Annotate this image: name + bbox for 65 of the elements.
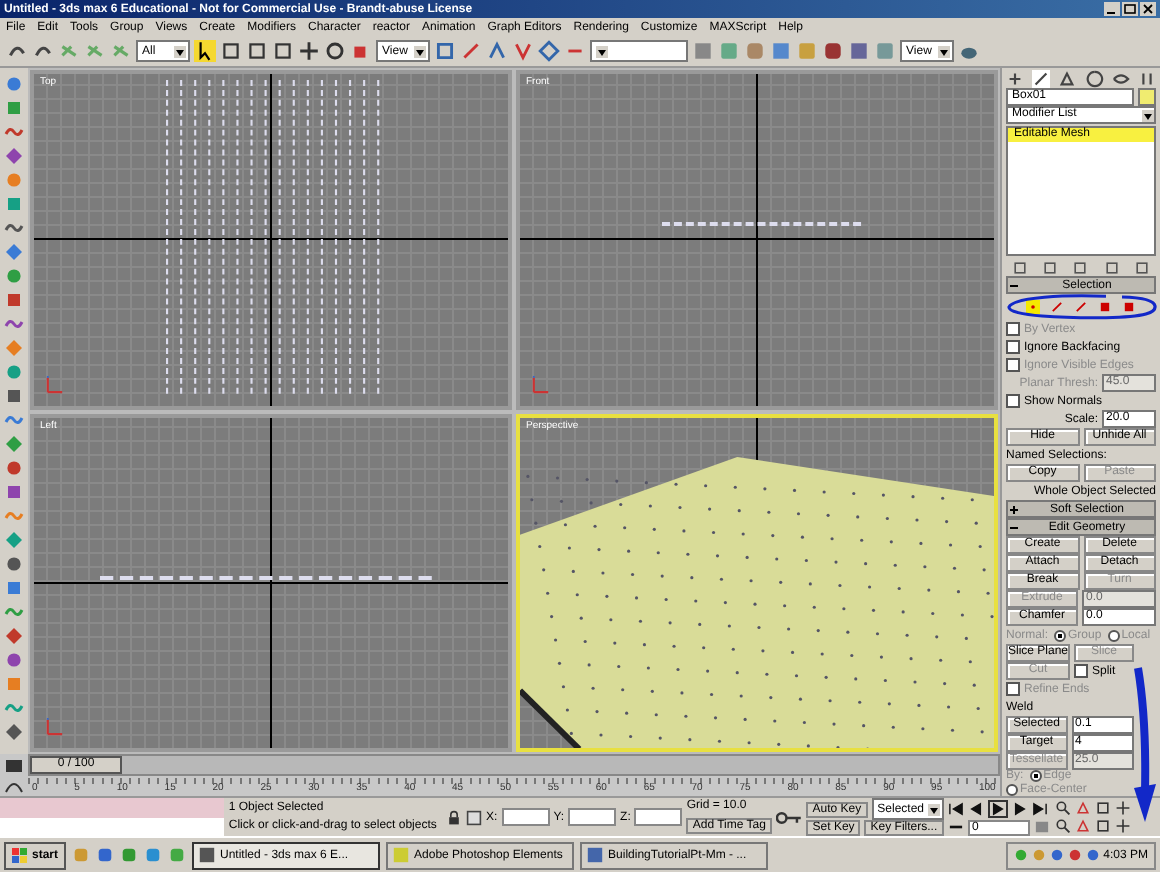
key-icon[interactable] [775, 809, 803, 825]
diamond-icon[interactable] [4, 146, 24, 166]
maxscript-listener-field[interactable] [0, 798, 225, 817]
subobject-icon[interactable] [1122, 300, 1136, 314]
cube-icon[interactable] [4, 290, 24, 310]
wave-icon[interactable] [4, 410, 24, 430]
play-icon[interactable] [988, 799, 1008, 817]
move-icon[interactable] [298, 40, 320, 62]
diamond-icon[interactable] [4, 626, 24, 646]
select-icon[interactable] [194, 40, 216, 62]
wave-icon[interactable] [4, 122, 24, 142]
mini-listener-icon[interactable] [4, 755, 24, 775]
cube-icon[interactable] [4, 386, 24, 406]
diamond-icon[interactable] [4, 722, 24, 742]
vertex-icon[interactable] [1026, 300, 1040, 314]
go-to-end-icon[interactable] [1032, 801, 1048, 815]
diamond-icon[interactable] [4, 530, 24, 550]
modify-icon[interactable] [1032, 69, 1051, 87]
sphere-icon[interactable] [4, 74, 24, 94]
axis-icon [46, 375, 64, 393]
subobject-icon[interactable] [1098, 300, 1112, 314]
cube-icon[interactable] [4, 578, 24, 598]
subobject-icon[interactable] [1050, 300, 1064, 314]
dropdown-arrow-icon [928, 803, 940, 815]
axis-icon [46, 718, 64, 736]
dropdown-arrow-icon [938, 45, 950, 57]
z-coordinate-field[interactable] [634, 808, 683, 826]
dropdown-arrow-icon [1142, 109, 1154, 121]
dropdown-arrow-icon [414, 45, 426, 57]
wave-icon[interactable] [4, 218, 24, 238]
dropdown-arrow-icon [596, 45, 608, 57]
axis-icon [532, 375, 550, 393]
y-coordinate-field[interactable] [568, 808, 617, 826]
zoom-icon[interactable] [1054, 800, 1072, 816]
next-frame-icon[interactable] [1012, 801, 1028, 815]
cube-icon[interactable] [4, 482, 24, 502]
windows-flag-icon [12, 847, 28, 863]
lock-icon[interactable] [446, 809, 463, 825]
minimize-icon[interactable] [1104, 2, 1120, 16]
named-selection-field[interactable] [590, 40, 688, 62]
color-swatch[interactable] [1138, 88, 1156, 106]
cube-icon[interactable] [4, 98, 24, 118]
wave-icon[interactable] [4, 698, 24, 718]
cube-icon[interactable] [4, 194, 24, 214]
app-icon [198, 846, 217, 864]
wave-icon[interactable] [4, 602, 24, 622]
rotate-icon[interactable] [324, 40, 346, 62]
subobject-icon[interactable] [1074, 300, 1088, 314]
app-icon [586, 846, 605, 864]
wave-icon[interactable] [4, 314, 24, 334]
diamond-icon[interactable] [4, 434, 24, 454]
sphere-icon[interactable] [4, 362, 24, 382]
dropdown-arrow-icon [174, 45, 186, 57]
close-icon[interactable] [1140, 2, 1156, 16]
sphere-icon[interactable] [4, 554, 24, 574]
sphere-icon[interactable] [4, 650, 24, 670]
sphere-icon[interactable] [4, 266, 24, 286]
sphere-icon[interactable] [4, 458, 24, 478]
diamond-icon[interactable] [4, 242, 24, 262]
previous-frame-icon[interactable] [968, 801, 984, 815]
app-icon [392, 846, 411, 864]
go-to-start-icon[interactable] [948, 801, 964, 815]
maxscript-input-field[interactable] [0, 817, 225, 836]
x-coordinate-field[interactable] [501, 808, 550, 826]
maximize-icon[interactable] [1122, 2, 1138, 16]
